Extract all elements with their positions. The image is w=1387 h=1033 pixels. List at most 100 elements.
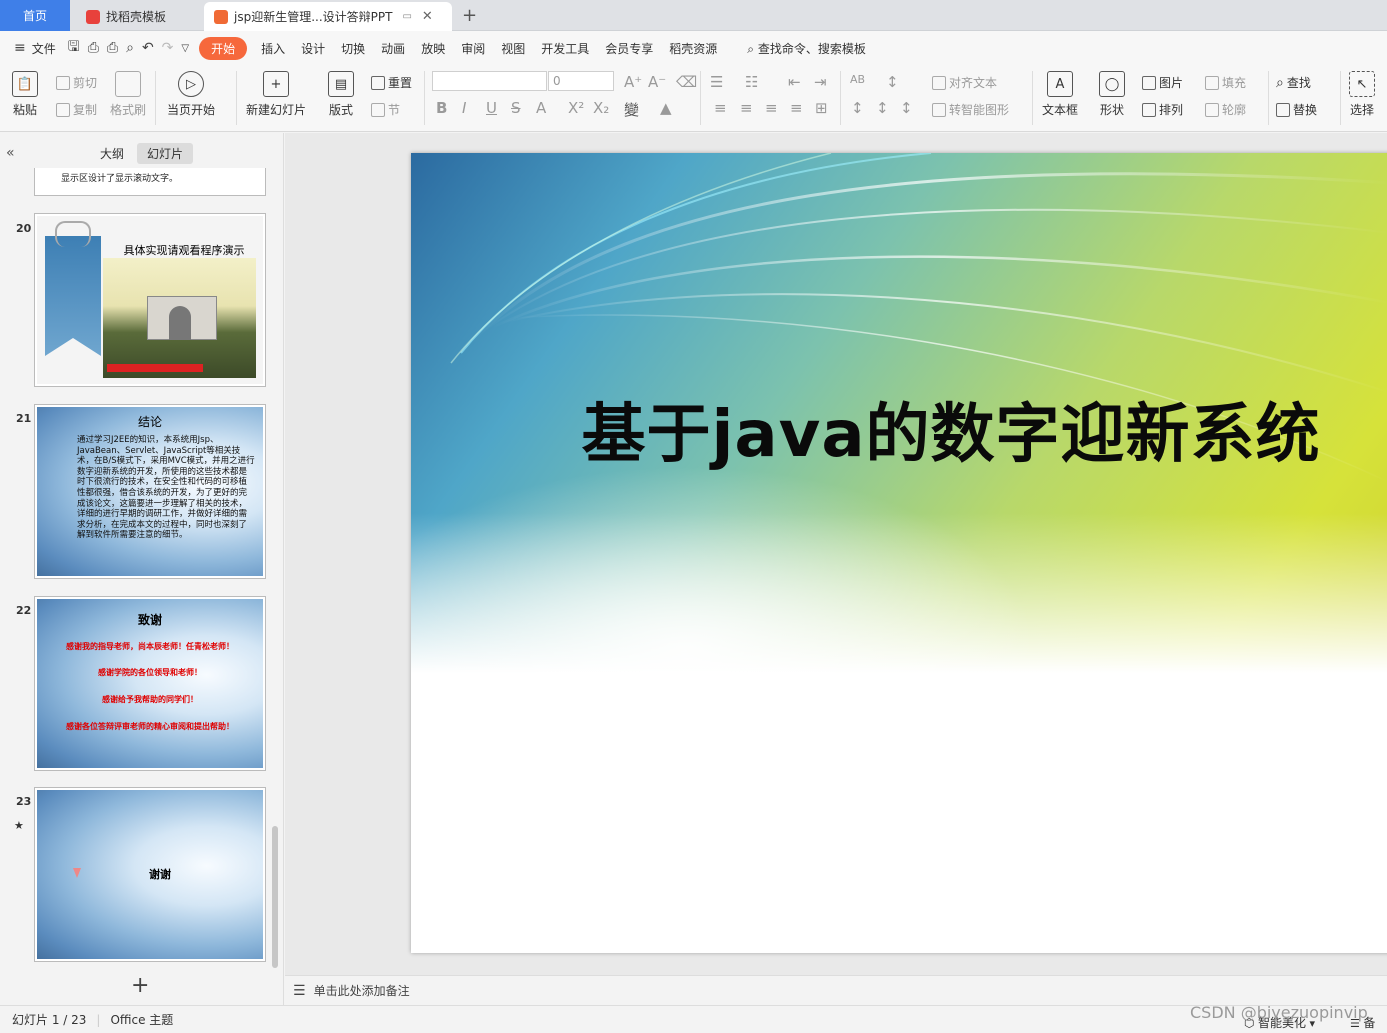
outline-button[interactable]: 轮廓 [1205, 101, 1246, 118]
increase-font-icon[interactable]: A⁺ [624, 73, 642, 91]
slide-thumbnail-19[interactable]: 显示区设计了显示滚动文字。 [34, 168, 266, 196]
underline-icon[interactable]: U [486, 99, 497, 117]
font-family-select[interactable] [432, 71, 547, 91]
align-right-icon[interactable]: ≡ [765, 99, 778, 117]
tab-window-icon[interactable]: ▭ [402, 11, 411, 22]
paragraph-spacing-icon[interactable]: ↕ [876, 99, 889, 117]
font-size-select[interactable]: 0 [548, 71, 614, 91]
menu-item-developer[interactable]: 开发工具 [533, 40, 597, 57]
slide-thumbnail-22[interactable]: 致谢 感谢我的指导老师，尚本辰老师！任青松老师！ 感谢学院的各位领导和老师！ 感… [34, 596, 266, 771]
select-button[interactable]: ↖ 选择 [1349, 71, 1375, 118]
panel-scrollbar[interactable] [272, 826, 278, 968]
line-spacing-icon[interactable]: ↕ [851, 99, 864, 117]
highlight-icon[interactable]: ▲ [660, 99, 672, 117]
cut-button[interactable]: 剪切 [56, 74, 97, 91]
format-painter-button[interactable]: 格式刷 [110, 71, 146, 118]
tab-template[interactable]: 找稻壳模板 [76, 2, 200, 31]
save-icon[interactable]: 🖫 [64, 36, 84, 60]
clear-format-icon[interactable]: ⌫ [676, 73, 697, 91]
menu-item-design[interactable]: 设计 [293, 40, 333, 57]
redo-icon[interactable]: ↷ [158, 40, 178, 56]
print-preview-icon[interactable]: ⌕ [122, 40, 138, 56]
menu-item-slideshow[interactable]: 放映 [413, 40, 453, 57]
increase-indent-icon[interactable]: ⇥ [814, 73, 827, 91]
notes-placeholder[interactable]: 单击此处添加备注 [314, 982, 410, 999]
decrease-indent-icon[interactable]: ⇤ [788, 73, 801, 91]
arrange-button[interactable]: 排列 [1142, 101, 1183, 118]
menu-item-transition[interactable]: 切换 [333, 40, 373, 57]
collapse-panel-icon[interactable]: « [6, 145, 15, 161]
undo-icon[interactable]: ↶ [138, 40, 158, 56]
current-slide[interactable]: 基于java的数字迎新系统 [411, 153, 1387, 953]
text-direction-icon[interactable]: AB [850, 73, 865, 86]
format-painter-label: 格式刷 [110, 103, 147, 117]
distribute-icon[interactable]: ⊞ [815, 99, 828, 117]
notes-icon: ☰ [293, 982, 306, 999]
slide-22-line-2: 感谢学院的各位领导和老师！ [98, 668, 202, 677]
menu-item-insert[interactable]: 插入 [253, 40, 293, 57]
theme-status[interactable]: Office 主题 [110, 1011, 173, 1028]
subscript-icon[interactable]: X₂ [593, 99, 609, 117]
find-button[interactable]: ⌕ 查找 [1276, 74, 1311, 91]
superscript-icon[interactable]: X² [568, 99, 584, 117]
section-button[interactable]: 节 [371, 101, 400, 118]
menu-file[interactable]: 文件 [30, 40, 64, 57]
close-tab-icon[interactable]: ✕ [422, 9, 433, 24]
notes-bar[interactable]: ☰ 单击此处添加备注 [285, 975, 1387, 1005]
slide-22-line-4: 感谢各位答辩评审老师的精心审阅和提出帮助！ [66, 722, 234, 731]
shape-button[interactable]: ◯ 形状 [1099, 71, 1125, 118]
clipboard-icon: 📋 [12, 71, 38, 97]
fill-button[interactable]: 填充 [1205, 74, 1246, 91]
replace-button[interactable]: 替换 [1276, 101, 1317, 118]
brush-icon [115, 71, 141, 97]
slide-title[interactable]: 基于java的数字迎新系统 [411, 383, 1387, 475]
tab-outline[interactable]: 大纲 [90, 143, 134, 164]
quick-access-dropdown-icon[interactable]: ▽ [177, 43, 193, 54]
new-slide-button[interactable]: + 新建幻灯片 [246, 71, 306, 118]
layout-button[interactable]: ▤ 版式 [328, 71, 354, 118]
font-color-icon[interactable]: A [536, 99, 546, 117]
menu-item-docer[interactable]: 稻壳资源 [661, 40, 725, 57]
print-icon[interactable]: ⎙ [103, 40, 122, 56]
justify-icon[interactable]: ≡ [790, 99, 803, 117]
numbered-list-icon[interactable]: ☷ [745, 73, 758, 91]
text-box-button[interactable]: A 文本框 [1042, 71, 1078, 118]
slide-thumbnail-21[interactable]: 结论 通过学习J2EE的知识，本系统用Jsp、JavaBean、Servlet、… [34, 404, 266, 579]
add-slide-button[interactable]: + [131, 973, 149, 998]
tab-slides[interactable]: 幻灯片 [137, 143, 194, 164]
menu-item-review[interactable]: 审阅 [453, 40, 493, 57]
tab-document[interactable]: jsp迎新生管理...设计答辩PPT ▭ ✕ [204, 2, 452, 31]
italic-icon[interactable]: I [462, 99, 466, 117]
align-center-icon[interactable]: ≡ [740, 99, 753, 117]
command-search[interactable]: ⌕ 查找命令、搜索模板 [739, 40, 874, 57]
sort-icon[interactable]: ↕ [886, 73, 899, 91]
reset-button[interactable]: 重置 [371, 74, 412, 91]
menu-item-member[interactable]: 会员专享 [597, 40, 661, 57]
menu-item-start[interactable]: 开始 [199, 36, 248, 60]
smart-shape-button[interactable]: 转智能图形 [932, 101, 1009, 118]
hamburger-menu-icon[interactable]: ≡ [10, 40, 30, 56]
text-box-label: 文本框 [1042, 103, 1079, 117]
new-tab-button[interactable]: + [462, 5, 477, 26]
export-pdf-icon[interactable]: ⎙ [84, 40, 103, 56]
slide-thumbnail-20[interactable]: 具体实现请观看程序演示 [34, 213, 266, 387]
phonetic-icon[interactable]: 變 [624, 99, 639, 120]
slide-number-20: 20 [16, 222, 32, 235]
menu-item-view[interactable]: 视图 [493, 40, 533, 57]
column-spacing-icon[interactable]: ↕ [900, 99, 913, 117]
slide-editing-area: 基于java的数字迎新系统 [285, 133, 1387, 975]
menu-item-animation[interactable]: 动画 [373, 40, 413, 57]
strikethrough-icon[interactable]: S [511, 99, 521, 117]
decrease-font-icon[interactable]: A⁻ [648, 73, 666, 91]
play-from-current-button[interactable]: ▷ 当页开始 [167, 71, 215, 118]
align-left-icon[interactable]: ≡ [714, 99, 727, 117]
paste-button[interactable]: 📋 粘贴 [12, 71, 38, 118]
bullet-list-icon[interactable]: ☰ [710, 73, 723, 91]
slide-thumbnail-23[interactable]: 谢谢 [34, 787, 266, 962]
align-text-button[interactable]: 对齐文本 [932, 74, 997, 91]
slide-number-22: 22 [16, 604, 32, 617]
copy-button[interactable]: 复制 [56, 101, 97, 118]
tab-home[interactable]: 首页 [0, 0, 70, 31]
bold-icon[interactable]: B [436, 99, 447, 117]
picture-button[interactable]: 图片 [1142, 74, 1183, 91]
